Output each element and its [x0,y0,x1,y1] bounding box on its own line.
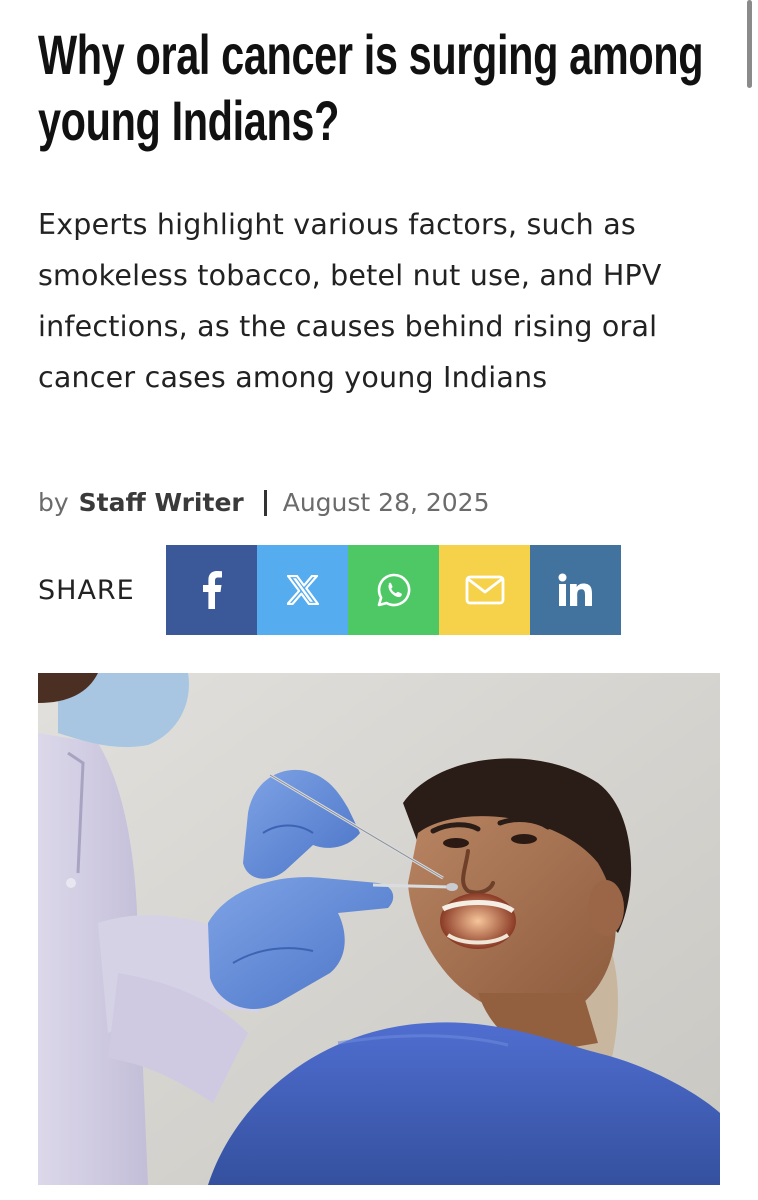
share-linkedin-button[interactable] [530,545,621,635]
share-bar: SHARE [38,545,621,635]
scrollbar[interactable] [747,0,752,88]
x-icon [286,575,319,605]
share-label: SHARE [38,574,135,606]
byline-divider [263,489,267,516]
email-icon [465,575,504,605]
article-headline: Why oral cancer is surging among young I… [38,23,704,152]
facebook-icon [202,571,222,609]
whatsapp-icon [377,573,410,607]
linkedin-icon [558,573,592,606]
publish-date: August 28, 2025 [282,488,490,517]
author-link[interactable]: Staff Writer [79,488,244,517]
article-subtitle: Experts highlight various factors, such … [38,208,662,394]
share-email-button[interactable] [439,545,530,635]
share-facebook-button[interactable] [166,545,257,635]
article-byline: by Staff Writer August 28, 2025 [38,488,490,517]
dental-exam-photo [38,673,720,1185]
byline-prefix: by [38,488,69,517]
share-whatsapp-button[interactable] [348,545,439,635]
share-x-button[interactable] [257,545,348,635]
article-hero-image [38,673,720,1185]
